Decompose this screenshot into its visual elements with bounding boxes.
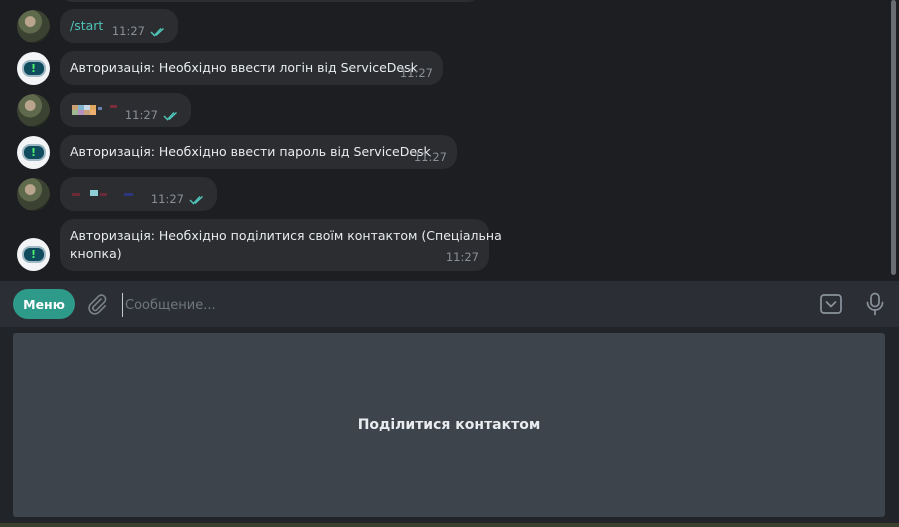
previous-message-bubble	[60, 0, 480, 2]
message-time: 11:27	[399, 66, 433, 80]
command-link[interactable]: /start	[70, 18, 103, 33]
read-checkmarks-icon	[163, 111, 178, 121]
message-bubble-incoming[interactable]: Авторизація: Необхідно ввести пароль від…	[60, 135, 457, 169]
robot-icon: !	[21, 144, 46, 161]
paperclip-icon[interactable]	[86, 293, 108, 315]
message-time: 11:27	[111, 24, 145, 38]
user-avatar[interactable]	[17, 94, 50, 127]
read-checkmarks-icon	[150, 27, 165, 37]
bot-avatar[interactable]: !	[17, 238, 50, 271]
chat-scrollbar[interactable]	[891, 0, 896, 275]
message-row: 11:27	[0, 177, 880, 211]
read-checkmarks-icon	[189, 195, 204, 205]
keyboard-toggle-icon[interactable]	[819, 292, 843, 316]
message-time: 11:27	[413, 150, 447, 164]
message-row: ! Авторизація: Необхідно ввести пароль в…	[0, 135, 880, 169]
message-time: 11:27	[445, 250, 479, 264]
message-row: ! Авторизація: Необхідно поділитися свої…	[0, 219, 880, 271]
message-text-line: Авторизація: Необхідно поділитися своїм …	[70, 228, 502, 243]
message-bubble-outgoing[interactable]: 11:27	[60, 177, 217, 211]
window-bottom-edge	[0, 523, 899, 527]
message-row: 11:27	[0, 93, 880, 127]
message-composer: Меню	[0, 281, 899, 327]
user-avatar[interactable]	[17, 178, 50, 211]
robot-icon: !	[21, 60, 46, 77]
message-text-line: кнопка)	[70, 246, 122, 261]
robot-icon: !	[21, 246, 46, 263]
message-text: Авторизація: Необхідно ввести логін від …	[70, 60, 418, 75]
message-bubble-outgoing[interactable]: /start 11:27	[60, 9, 178, 43]
message-row: /start 11:27	[0, 9, 880, 43]
telegram-chat-window: /start 11:27 ! Авторизація: Необхідно вв…	[0, 0, 899, 527]
bot-avatar[interactable]: !	[17, 136, 50, 169]
microphone-icon[interactable]	[864, 292, 886, 316]
message-time: 11:27	[150, 192, 184, 206]
message-list[interactable]: /start 11:27 ! Авторизація: Необхідно вв…	[0, 0, 899, 281]
message-bubble-incoming[interactable]: Авторизація: Необхідно поділитися своїм …	[60, 219, 502, 271]
message-input[interactable]	[122, 293, 787, 317]
message-time: 11:27	[124, 108, 158, 122]
bot-menu-button[interactable]: Меню	[13, 289, 75, 319]
message-bubble-outgoing[interactable]: 11:27	[60, 93, 191, 127]
user-avatar[interactable]	[17, 10, 50, 43]
message-bubble-incoming[interactable]: Авторизація: Необхідно ввести логін від …	[60, 51, 443, 85]
share-contact-button[interactable]: Поділитися контактом	[13, 333, 885, 517]
bot-avatar[interactable]: !	[17, 52, 50, 85]
message-row: ! Авторизація: Необхідно ввести логін ві…	[0, 51, 880, 85]
message-text: Авторизація: Необхідно ввести пароль від…	[70, 144, 431, 159]
reply-keyboard: Поділитися контактом	[0, 327, 899, 527]
